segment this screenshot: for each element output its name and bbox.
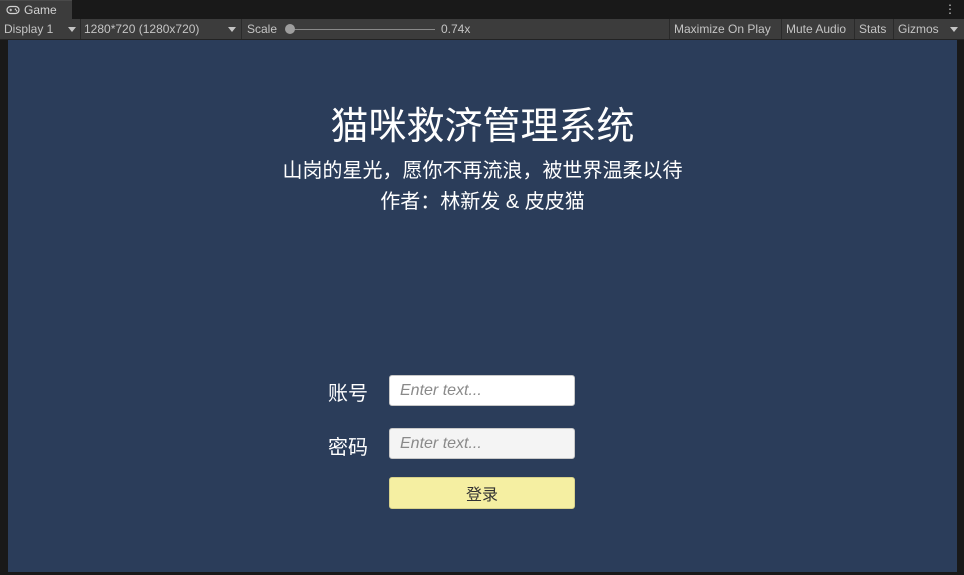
chevron-down-icon [68,27,76,32]
scale-slider-thumb[interactable] [285,24,295,34]
username-label: 账号 [328,383,368,405]
mute-audio-toggle[interactable]: Mute Audio [786,19,846,39]
game-toolbar: Display 1 1280*720 (1280x720) Scale 0.74… [0,19,964,40]
resolution-dropdown[interactable]: 1280*720 (1280x720) [84,19,238,39]
app-subtitle: 山岗的星光，愿你不再流浪，被世界温柔以待 [282,160,683,182]
scale-value: 0.74x [441,22,471,36]
frame-left [0,40,8,572]
maximize-on-play-toggle[interactable]: Maximize On Play [674,19,771,39]
password-input[interactable] [389,428,575,459]
chevron-down-icon [228,27,236,32]
login-button[interactable]: 登录 [389,477,575,509]
scale-slider-track[interactable] [290,29,435,30]
gamepad-icon [6,5,20,15]
username-input[interactable] [389,375,575,406]
tab-bar: Game ⋮ [0,0,964,19]
stats-toggle[interactable]: Stats [859,19,886,39]
more-menu-icon[interactable]: ⋮ [944,2,956,16]
display-value: Display 1 [4,22,54,36]
tab-game[interactable]: Game [0,0,72,19]
display-dropdown[interactable]: Display 1 [4,19,78,39]
scale-label: Scale [247,22,278,36]
password-label: 密码 [328,437,368,459]
gizmos-toggle[interactable]: Gizmos [898,19,939,39]
game-view: 猫咪救济管理系统 山岗的星光，愿你不再流浪，被世界温柔以待 作者：林新发 & 皮… [8,40,957,572]
frame-right [957,40,964,572]
app-author: 作者：林新发 & 皮皮猫 [380,191,585,213]
gizmos-chevron-down-icon[interactable] [950,27,958,32]
resolution-value: 1280*720 (1280x720) [84,22,200,36]
app-title: 猫咪救济管理系统 [330,106,635,148]
tab-title: Game [24,3,57,17]
